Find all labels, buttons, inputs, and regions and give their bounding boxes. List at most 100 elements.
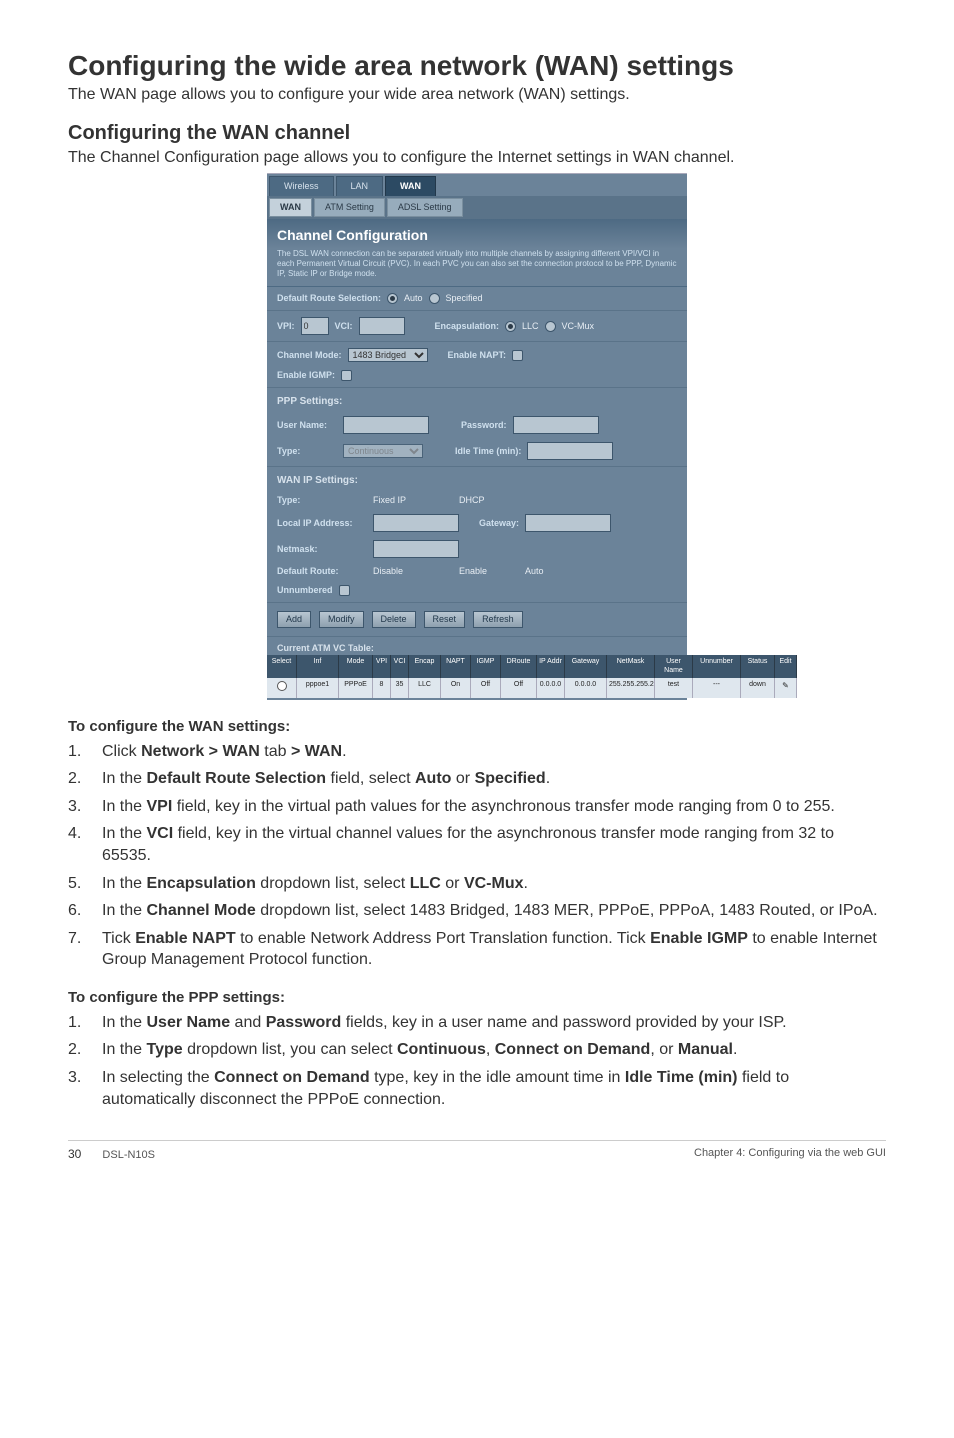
default-route2-label: Default Route: — [277, 566, 367, 577]
page-footer: 30 DSL-N10S Chapter 4: Configuring via t… — [68, 1140, 886, 1161]
netmask-row: Netmask: — [267, 534, 687, 560]
footer-chapter: Chapter 4: Configuring via the web GUI — [694, 1147, 886, 1161]
th-droute: DRoute — [501, 655, 537, 678]
default-route2-row: Default Route: Disable Enable Auto — [267, 560, 687, 579]
idle-input[interactable] — [527, 442, 613, 460]
list-number: 2. — [68, 768, 102, 790]
list-item: 6.In the Channel Mode dropdown list, sel… — [68, 900, 886, 922]
list-item: 2.In the Default Route Selection field, … — [68, 768, 886, 790]
th-unnumber: Unnumber — [693, 655, 741, 678]
netmask-input[interactable] — [373, 540, 459, 558]
subtab-atm[interactable]: ATM Setting — [314, 198, 385, 217]
list-text: In the Default Route Selection field, se… — [102, 768, 886, 790]
footer-model: DSL-N10S — [102, 1149, 155, 1161]
list-text: In the VCI field, key in the virtual cha… — [102, 823, 886, 866]
radio-auto[interactable] — [387, 293, 398, 304]
radio-specified[interactable] — [429, 293, 440, 304]
password-input[interactable] — [513, 416, 599, 434]
atm-table-title: Current ATM VC Table: — [267, 637, 687, 656]
vpi-vci-row: VPI: VCI: Encapsulation: LLC VC-Mux — [267, 311, 687, 342]
table-row: pppoe1 PPPoE 8 35 LLC On Off Off 0.0.0.0… — [267, 678, 687, 697]
td-inf: pppoe1 — [297, 678, 339, 697]
main-tabs: Wireless LAN WAN — [267, 174, 687, 196]
radio-auto-label: Auto — [404, 293, 423, 304]
page-number: 30 — [68, 1147, 81, 1161]
wanip-type-label: Type: — [277, 495, 367, 506]
refresh-button[interactable]: Refresh — [473, 611, 523, 628]
list-text: Click Network > WAN tab > WAN. — [102, 741, 886, 763]
lead-text: The WAN page allows you to configure you… — [68, 86, 886, 104]
radio-vcmux-label: VC-Mux — [562, 321, 595, 332]
channel-mode-row: Channel Mode: 1483 Bridged Enable NAPT: — [267, 342, 687, 364]
netmask-label: Netmask: — [277, 544, 367, 555]
idle-label: Idle Time (min): — [455, 446, 521, 457]
panel-title: Channel Configuration — [267, 219, 687, 250]
list-item: 4.In the VCI field, key in the virtual c… — [68, 823, 886, 866]
napt-checkbox[interactable] — [512, 350, 523, 361]
page-heading: Configuring the wide area network (WAN) … — [68, 50, 886, 82]
th-vpi: VPI — [373, 655, 391, 678]
tab-wan[interactable]: WAN — [385, 176, 436, 196]
vci-label: VCI: — [335, 321, 353, 332]
list-number: 2. — [68, 1039, 102, 1061]
td-netmask: 255.255.255.255 — [607, 678, 655, 697]
fixedip-label: Fixed IP — [373, 495, 453, 506]
th-mode: Mode — [339, 655, 373, 678]
list-item: 7.Tick Enable NAPT to enable Network Add… — [68, 928, 886, 971]
ppp-settings-title: PPP Settings: — [267, 388, 687, 410]
list-number: 6. — [68, 900, 102, 922]
unnumbered-label: Unnumbered — [277, 585, 333, 596]
wanip-settings-title: WAN IP Settings: — [267, 467, 687, 489]
list-number: 3. — [68, 796, 102, 818]
subtab-adsl[interactable]: ADSL Setting — [387, 198, 463, 217]
gateway-label: Gateway: — [479, 518, 519, 529]
radio-vcmux[interactable] — [545, 321, 556, 332]
pencil-icon[interactable]: ✎ — [782, 681, 789, 691]
reset-button[interactable]: Reset — [424, 611, 466, 628]
list-text: In the Type dropdown list, you can selec… — [102, 1039, 886, 1061]
list-item: 5.In the Encapsulation dropdown list, se… — [68, 873, 886, 895]
list-item: 1.In the User Name and Password fields, … — [68, 1012, 886, 1034]
tab-lan[interactable]: LAN — [336, 176, 384, 196]
add-button[interactable]: Add — [277, 611, 311, 628]
vpi-input[interactable] — [301, 317, 329, 335]
td-ipaddr: 0.0.0.0 — [537, 678, 565, 697]
th-ipaddr: IP Addr — [537, 655, 565, 678]
list-number: 1. — [68, 741, 102, 763]
td-username: test — [655, 678, 693, 697]
list-text: Tick Enable NAPT to enable Network Addre… — [102, 928, 886, 971]
td-select[interactable] — [267, 678, 297, 697]
auto2-label: Auto — [525, 566, 544, 577]
igmp-label: Enable IGMP: — [277, 370, 335, 381]
local-ip-label: Local IP Address: — [277, 518, 367, 529]
list-number: 5. — [68, 873, 102, 895]
table-header: Select Inf Mode VPI VCI Encap NAPT IGMP … — [267, 655, 687, 678]
subhead-wan-settings: To configure the WAN settings: — [68, 718, 886, 735]
channel-mode-label: Channel Mode: — [277, 350, 342, 361]
type-label: Type: — [277, 446, 337, 457]
td-edit[interactable]: ✎ — [775, 678, 797, 697]
modify-button[interactable]: Modify — [319, 611, 364, 628]
list-text: In the User Name and Password fields, ke… — [102, 1012, 886, 1034]
list-number: 1. — [68, 1012, 102, 1034]
type-select[interactable]: Continuous — [343, 444, 423, 458]
enable-label: Enable — [459, 566, 519, 577]
td-napt: On — [441, 678, 471, 697]
igmp-checkbox[interactable] — [341, 370, 352, 381]
list-text: In the Channel Mode dropdown list, selec… — [102, 900, 886, 922]
gateway-input[interactable] — [525, 514, 611, 532]
username-input[interactable] — [343, 416, 429, 434]
channel-mode-select[interactable]: 1483 Bridged — [348, 348, 428, 362]
radio-llc[interactable] — [505, 321, 516, 332]
list-item: 1.Click Network > WAN tab > WAN. — [68, 741, 886, 763]
delete-button[interactable]: Delete — [372, 611, 416, 628]
disable-label: Disable — [373, 566, 453, 577]
subtab-wan[interactable]: WAN — [269, 198, 312, 217]
vci-input[interactable] — [359, 317, 405, 335]
unnumbered-checkbox[interactable] — [339, 585, 350, 596]
tab-wireless[interactable]: Wireless — [269, 176, 334, 196]
password-label: Password: — [461, 420, 507, 431]
ppp-settings-list: 1.In the User Name and Password fields, … — [68, 1012, 886, 1110]
radio-specified-label: Specified — [446, 293, 483, 304]
local-ip-input[interactable] — [373, 514, 459, 532]
